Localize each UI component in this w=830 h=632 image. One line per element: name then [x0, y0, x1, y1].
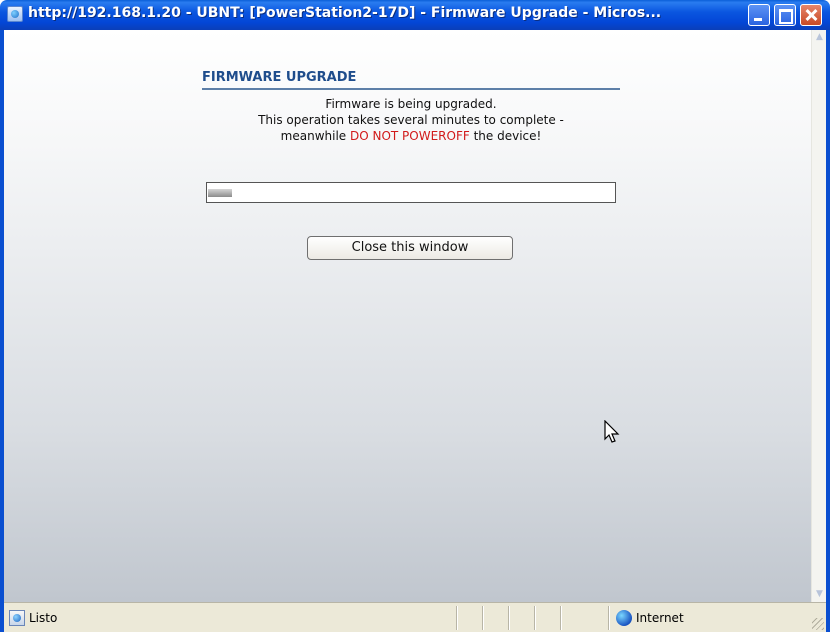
message-line-3-suffix: the device!	[469, 129, 542, 143]
scroll-up-icon[interactable]: ▲	[812, 30, 827, 45]
page-content: FIRMWARE UPGRADE Firmware is being upgra…	[4, 30, 811, 602]
message-line-3-prefix: meanwhile	[280, 129, 350, 143]
status-divider	[560, 606, 562, 630]
status-divider	[508, 606, 510, 630]
poweroff-warning: DO NOT POWEROFF	[349, 129, 470, 143]
title-bar[interactable]: http://192.168.1.20 - UBNT: [PowerStatio…	[0, 0, 830, 30]
upgrade-message: Firmware is being upgraded. This operati…	[202, 96, 620, 144]
minimize-button[interactable]	[748, 4, 770, 26]
scroll-down-icon[interactable]: ▼	[812, 587, 827, 602]
status-divider	[608, 606, 610, 630]
maximize-button[interactable]	[774, 4, 796, 26]
status-divider	[482, 606, 484, 630]
mouse-pointer-icon	[604, 420, 620, 443]
ie-page-icon[interactable]	[7, 6, 23, 22]
status-divider	[534, 606, 536, 630]
globe-icon	[616, 610, 632, 626]
vertical-scrollbar[interactable]: ▲ ▼	[811, 30, 826, 602]
message-line-1: Firmware is being upgraded.	[325, 97, 497, 111]
security-zone-label: Internet	[636, 611, 684, 625]
message-line-2: This operation takes several minutes to …	[258, 113, 564, 127]
resize-grip-icon[interactable]	[812, 618, 824, 630]
status-divider	[456, 606, 458, 630]
window-title: http://192.168.1.20 - UBNT: [PowerStatio…	[28, 5, 662, 21]
progress-fill	[208, 189, 232, 197]
close-this-window-button[interactable]: Close this window	[307, 236, 513, 260]
ie-page-icon	[9, 610, 25, 626]
upgrade-progress-bar	[206, 182, 616, 203]
status-bar: Listo Internet	[4, 602, 826, 632]
page-title: FIRMWARE UPGRADE	[202, 70, 620, 90]
status-text: Listo	[29, 611, 58, 625]
close-window-button[interactable]	[800, 4, 822, 26]
window-frame-right	[826, 30, 830, 632]
message-line-3: meanwhile DO NOT POWEROFF the device!	[202, 128, 620, 144]
